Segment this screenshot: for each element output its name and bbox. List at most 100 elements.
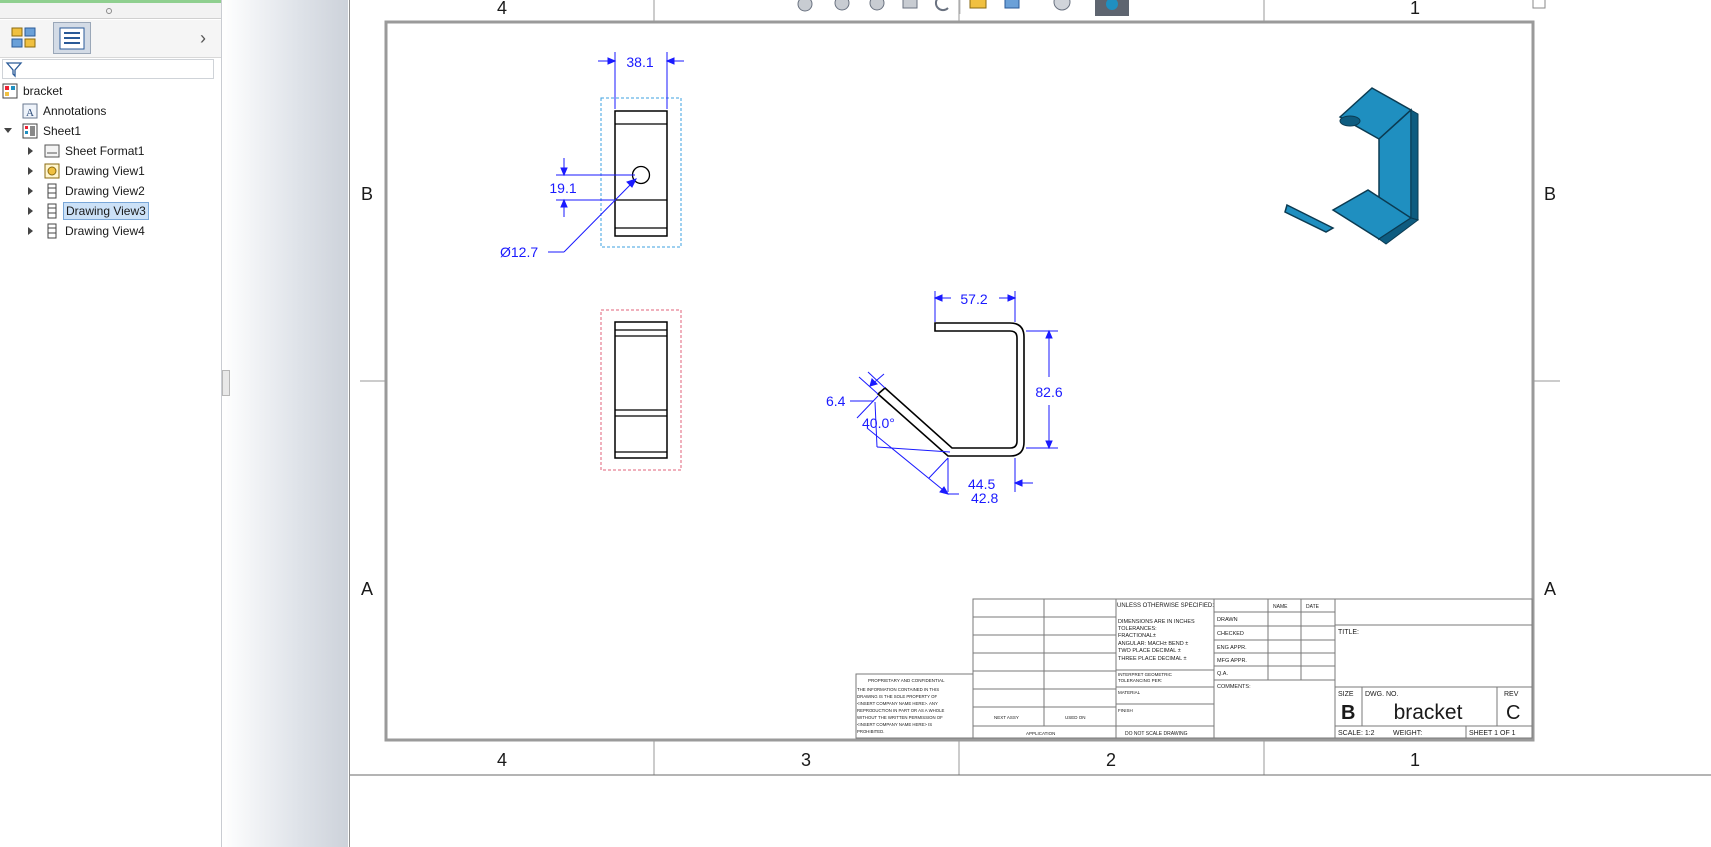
drawing-view3[interactable]: 57.2 82.6 6.4 40.0° 44.5 42.8: [826, 291, 1063, 506]
tb-dwg-no-label: DWG. NO.: [1365, 691, 1398, 698]
feature-tree-icon: [11, 27, 36, 48]
view-orientation-icon[interactable]: [1004, 0, 1020, 9]
view-selection-box: [600, 97, 682, 248]
dim-thickness[interactable]: 6.4: [826, 393, 846, 409]
tb-prop-line: WITHOUT THE WRITTEN PERMISSION OF: [857, 715, 943, 720]
tree-item-drawing-view2[interactable]: Drawing View2: [24, 181, 147, 201]
feature-manager-tab[interactable]: [5, 22, 43, 54]
tb-size-label: SIZE: [1338, 691, 1354, 698]
tb-mfg-appr: MFG APPR.: [1217, 658, 1247, 664]
panel-accent-line: [0, 0, 221, 3]
tb-used-on: USED ON: [1065, 715, 1086, 720]
dim-angle[interactable]: 40.0°: [862, 415, 895, 431]
tb-rev-label: REV: [1504, 691, 1519, 698]
drawing-view1[interactable]: 38.1 19.1 Ø12.7: [500, 52, 684, 260]
tree-item-bracket[interactable]: bracket: [2, 81, 64, 101]
drawing-view4[interactable]: [1284, 87, 1420, 245]
dim-diagonal[interactable]: 42.8: [971, 490, 998, 506]
tb-angular: ANGULAR: MACH± BEND ±: [1118, 641, 1188, 647]
property-manager-tab[interactable]: [53, 22, 91, 54]
tree-item-label: Drawing View3: [63, 202, 149, 220]
dim-hole-height[interactable]: 19.1: [549, 180, 576, 196]
tb-tolerances: TOLERANCES:: [1118, 626, 1157, 632]
annotations-icon: A: [22, 103, 38, 119]
panel-resize-handle[interactable]: [222, 370, 230, 396]
tb-title-label: TITLE:: [1338, 629, 1359, 636]
svg-text:A: A: [26, 107, 34, 119]
filter-icon: [5, 62, 23, 78]
zone-top-4: 4: [497, 0, 507, 18]
tb-unless: UNLESS OTHERWISE SPECIFIED:: [1117, 603, 1214, 609]
zoom-to-fit-icon[interactable]: [797, 0, 813, 12]
dim-height[interactable]: 82.6: [1035, 384, 1062, 400]
tb-three-place: THREE PLACE DECIMAL ±: [1118, 656, 1187, 662]
zone-left-a: A: [361, 579, 373, 599]
tree-item-label: Sheet1: [43, 124, 82, 138]
drawing-view2[interactable]: [600, 309, 682, 471]
zone-top-1: 1: [1410, 0, 1420, 18]
tb-fractional: FRACTIONAL±: [1118, 633, 1156, 639]
dim-width[interactable]: 38.1: [626, 54, 653, 70]
tb-application: APPLICATION: [1026, 731, 1055, 736]
zone-bottom-1: 1: [1410, 750, 1420, 770]
tb-dwg-no: bracket: [1394, 701, 1463, 724]
tb-checked: CHECKED: [1217, 631, 1244, 637]
zoom-area-icon[interactable]: [834, 0, 850, 11]
zoom-in-out-icon[interactable]: [869, 0, 885, 11]
tb-prop-line: <INSERT COMPANY NAME HERE>. ANY: [857, 701, 938, 706]
sheet-border: [384, 20, 1535, 742]
tree-item-label: Drawing View2: [65, 184, 145, 198]
pan-icon[interactable]: [902, 0, 918, 9]
view-hidden-box: [600, 309, 682, 471]
drawing-view-icon: [47, 203, 57, 219]
panel-tab-row: ›: [0, 20, 221, 58]
tree-item-drawing-view4[interactable]: Drawing View4: [24, 221, 147, 241]
dim-hole-diameter[interactable]: Ø12.7: [500, 244, 538, 260]
edit-appearance-icon[interactable]: [1095, 0, 1129, 16]
chevron-right-icon[interactable]: ›: [200, 28, 206, 49]
tree-item-sheet1[interactable]: Sheet1: [0, 121, 83, 141]
hide-show-icon[interactable]: [1053, 0, 1071, 11]
zone-right-b: B: [1544, 184, 1556, 204]
expander-right-icon[interactable]: [28, 227, 34, 235]
tb-name: NAME: [1273, 604, 1288, 610]
tree-item-label: Drawing View4: [65, 224, 145, 238]
sheet-corner-icon[interactable]: [1532, 0, 1546, 9]
drawing-view-icon: [47, 183, 57, 199]
expander-right-icon[interactable]: [28, 207, 34, 215]
heads-up-toolbar[interactable]: [797, 0, 1129, 16]
tree-item-label: Sheet Format1: [65, 144, 145, 158]
tb-prop-line: PROHIBITED.: [857, 729, 884, 734]
panel-grip-icon[interactable]: [106, 8, 112, 14]
zone-bottom-4: 4: [497, 750, 507, 770]
tb-material: MATERIAL: [1118, 690, 1141, 695]
rotate-icon[interactable]: [934, 0, 949, 12]
tb-prop-title: PROPRIETARY AND CONFIDENTIAL: [868, 678, 945, 683]
dim-top-length[interactable]: 57.2: [960, 291, 987, 307]
tb-dims-inches: DIMENSIONS ARE IN INCHES: [1118, 619, 1195, 625]
tree-filter-field[interactable]: [2, 59, 214, 79]
tb-eng-appr: ENG APPR.: [1217, 645, 1247, 651]
tree-item-drawing-view1[interactable]: Drawing View1: [24, 161, 147, 181]
property-list-icon: [59, 27, 85, 50]
zone-bottom-2: 2: [1106, 750, 1116, 770]
drawing-sheet[interactable]: 4 1 4 3 2 1 B A B A 38.1 19.1 Ø12.7 57.2…: [350, 0, 1711, 847]
panel-top-strip: [0, 0, 221, 19]
tree-item-annotations[interactable]: A Annotations: [22, 101, 108, 121]
tb-comments: COMMENTS:: [1217, 684, 1251, 690]
feature-manager-panel: › bracket A Annotations Sheet1 Sheet For…: [0, 0, 222, 847]
tree-item-drawing-view3[interactable]: Drawing View3: [24, 201, 149, 221]
tree-item-sheet-format1[interactable]: Sheet Format1: [24, 141, 146, 161]
sheet-format-icon: [44, 144, 60, 158]
display-style-icon[interactable]: [969, 0, 987, 9]
expander-right-icon[interactable]: [28, 147, 34, 155]
tb-two-place: TWO PLACE DECIMAL ±: [1118, 648, 1181, 654]
expander-right-icon[interactable]: [28, 187, 34, 195]
zone-bottom-3: 3: [801, 750, 811, 770]
expander-right-icon[interactable]: [28, 167, 34, 175]
drawing-doc-icon: [2, 83, 18, 99]
expander-down-icon[interactable]: [4, 128, 12, 136]
drawing-sheet-area[interactable]: 4 1 4 3 2 1 B A B A 38.1 19.1 Ø12.7 57.2…: [349, 0, 1711, 847]
tb-rev: C: [1506, 702, 1520, 724]
tb-prop-line: DRAWING IS THE SOLE PROPERTY OF: [857, 694, 937, 699]
